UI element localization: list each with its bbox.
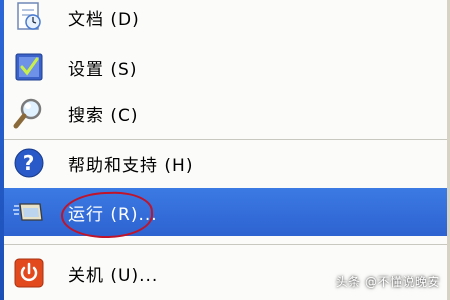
help-icon: ?	[12, 146, 46, 180]
menu-item-label: 关机 (U)...	[68, 265, 159, 286]
run-icon	[12, 195, 46, 229]
menu-item-label: 文档 (D)	[68, 9, 140, 30]
menu-item-help[interactable]: ? 帮助和支持 (H)	[4, 140, 447, 186]
menu-item-label: 搜索 (C)	[68, 105, 139, 126]
start-menu-panel: 文档 (D) 设置 (S) 搜索 (C) ? 帮助和支持 (H) 运行 (R).…	[0, 0, 450, 300]
search-icon	[12, 96, 46, 130]
svg-text:?: ?	[23, 151, 36, 175]
watermark: 头条 @不懂说晚安	[335, 275, 440, 289]
menu-separator	[4, 244, 447, 245]
menu-item-label: 设置 (S)	[68, 59, 138, 80]
menu-item-label: 帮助和支持 (H)	[68, 155, 194, 176]
shutdown-icon	[12, 256, 46, 290]
documents-icon	[12, 0, 46, 34]
menu-item-settings[interactable]: 设置 (S)	[4, 44, 447, 90]
menu-item-search[interactable]: 搜索 (C)	[4, 90, 447, 136]
menu-item-documents[interactable]: 文档 (D)	[4, 0, 447, 40]
settings-icon	[12, 50, 46, 84]
